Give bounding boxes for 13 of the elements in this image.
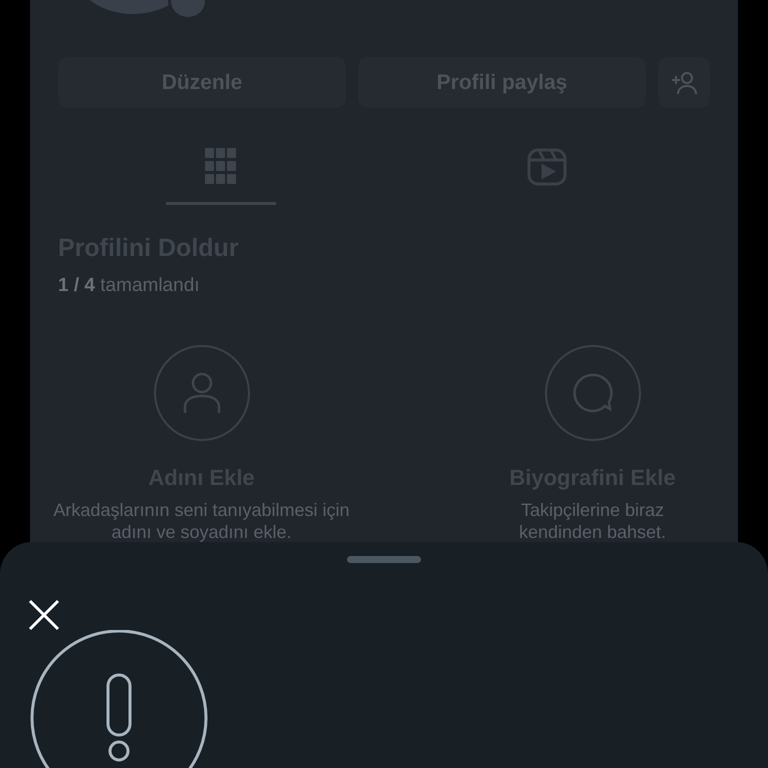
warning-icon <box>30 630 210 768</box>
grid-icon <box>205 148 237 184</box>
drag-handle[interactable] <box>347 556 421 563</box>
person-icon <box>182 371 222 415</box>
reels-icon <box>527 148 567 186</box>
close-button[interactable] <box>26 597 62 633</box>
card-description: Arkadaşlarının seni tanıyabilmesi için adını ve soyadını ekle. <box>52 499 351 543</box>
speech-bubble-icon <box>572 372 614 414</box>
card-description: Takipçilerine biraz kendinden bahset. <box>518 499 668 543</box>
add-person-icon <box>670 70 698 94</box>
progress-count: 1 / 4 <box>58 275 95 296</box>
progress-status: tamamlandı <box>100 275 200 296</box>
add-person-button[interactable] <box>658 57 710 108</box>
